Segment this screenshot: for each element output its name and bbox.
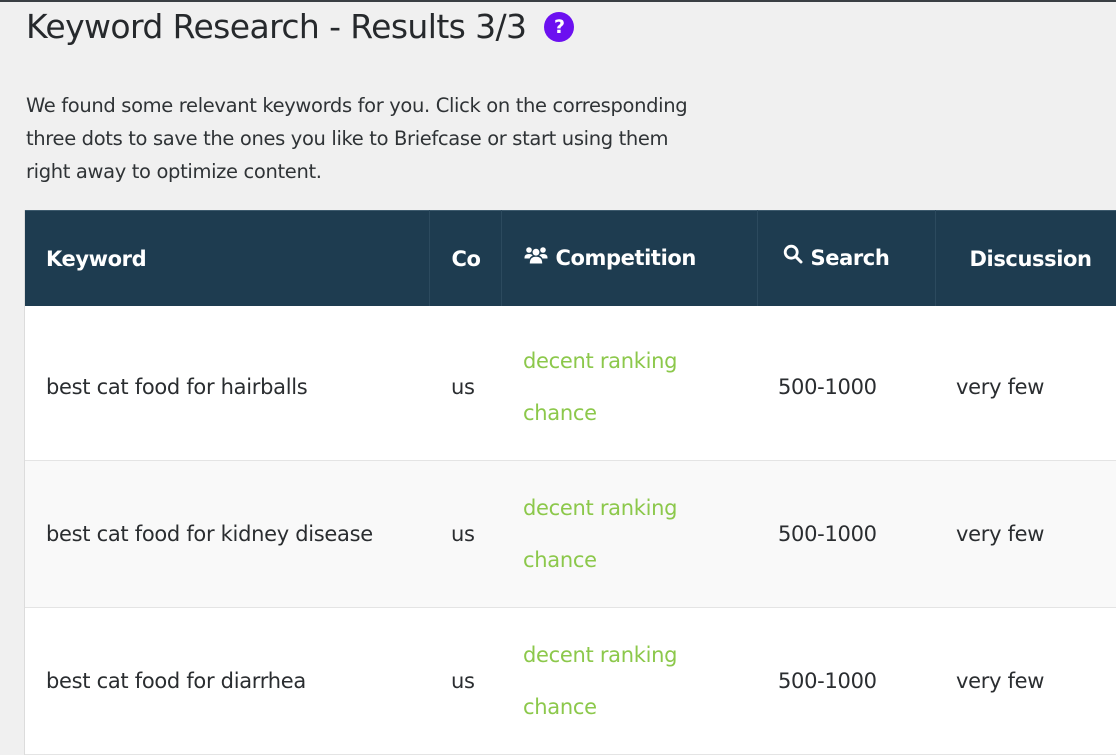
cell-competition: decent ranking chance — [501, 460, 757, 608]
column-header-label: Co — [451, 246, 481, 271]
cell-country: us — [429, 314, 501, 461]
cell-discussion: very few — [935, 607, 1116, 755]
column-header-label: Keyword — [46, 246, 147, 271]
cell-search-volume: 500-1000 — [757, 314, 935, 461]
table-header-row: Keyword Co Competition Search Discussion — [25, 210, 1116, 306]
table-row[interactable]: best cat food for diarrhea us decent ran… — [25, 607, 1116, 755]
table-row[interactable]: best cat food for hairballs us decent ra… — [25, 314, 1116, 461]
cell-competition: decent ranking chance — [501, 314, 757, 461]
competition-value: decent ranking chance — [523, 643, 678, 719]
column-header-keyword[interactable]: Keyword — [25, 210, 430, 306]
column-header-competition[interactable]: Competition — [501, 210, 758, 306]
cell-search-volume: 500-1000 — [757, 607, 935, 755]
search-icon — [783, 244, 803, 269]
cell-search-volume: 500-1000 — [757, 460, 935, 608]
page-title: Keyword Research - Results 3/3 — [26, 6, 527, 46]
competition-value: decent ranking chance — [523, 349, 678, 425]
table-row[interactable]: best cat food for kidney disease us dece… — [25, 460, 1116, 608]
cell-discussion: very few — [935, 314, 1116, 461]
cell-competition: decent ranking chance — [501, 607, 757, 755]
help-question-icon[interactable]: ? — [544, 12, 575, 42]
column-header-label: Search — [810, 245, 890, 270]
column-header-country[interactable]: Co — [429, 210, 502, 306]
intro-text: We found some relevant keywords for you.… — [26, 94, 688, 183]
column-header-label: Competition — [555, 246, 697, 270]
header-gap — [25, 306, 1116, 314]
cell-country: us — [429, 460, 501, 608]
cell-keyword: best cat food for hairballs — [25, 314, 429, 461]
page-header: Keyword Research - Results 3/3 ? — [26, 0, 575, 52]
column-header-search[interactable]: Search — [757, 210, 936, 306]
cell-discussion: very few — [935, 460, 1116, 608]
competition-value: decent ranking chance — [523, 496, 678, 572]
cell-keyword: best cat food for diarrhea — [25, 607, 429, 755]
column-header-label: Discussion — [969, 246, 1093, 271]
cell-keyword: best cat food for kidney disease — [25, 460, 429, 608]
cell-country: us — [429, 607, 501, 755]
keyword-results-table: Keyword Co Competition Search Discussion… — [25, 210, 1116, 755]
users-icon — [524, 245, 548, 269]
column-header-discussion[interactable]: Discussion — [935, 210, 1116, 306]
